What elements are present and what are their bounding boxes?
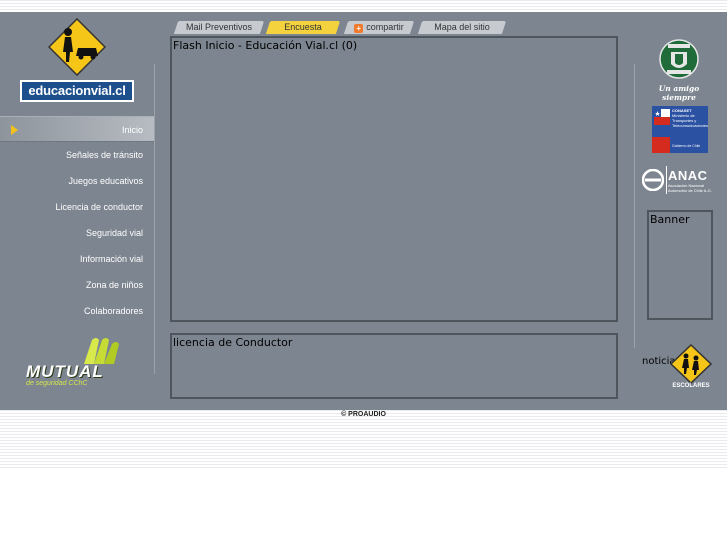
nav-item-label: Colaboradores <box>83 306 143 316</box>
footer-copyright: © PROAUDIO <box>341 411 386 418</box>
licencia-placeholder-text: licencia de Conductor <box>173 336 293 349</box>
escolares-sign[interactable]: ESCOLARES <box>670 344 712 392</box>
nav-item-label: Zona de niños <box>85 280 143 290</box>
tab-label: Encuesta <box>284 22 322 32</box>
nav-item-label: Información vial <box>79 254 143 264</box>
share-plus-icon: + <box>354 24 364 33</box>
mutual-subtitle: de seguridad CChC <box>26 380 88 387</box>
licencia-panel[interactable]: licencia de Conductor <box>170 333 618 399</box>
conaset-text: CONASET Ministerio de Transportes y Tele… <box>672 108 708 128</box>
anac-logo[interactable]: ANAC Asociación Nacional Automotriz de C… <box>642 166 720 196</box>
nav-item-senales[interactable]: Señales de tránsito <box>0 142 154 168</box>
tab-compartir[interactable]: + compartir <box>343 21 415 34</box>
anac-emblem-icon <box>642 169 664 191</box>
nav-item-zona-ninos[interactable]: Zona de niños <box>0 272 154 298</box>
tab-encuesta[interactable]: Encuesta <box>265 21 341 34</box>
carabineros-logo[interactable]: Un amigo siempre <box>644 38 714 102</box>
anac-title: ANAC <box>668 168 708 183</box>
nav-item-label: Inicio <box>121 125 143 135</box>
nav-item-colaboradores[interactable]: Colaboradores <box>0 298 154 324</box>
tab-mail-preventivos[interactable]: Mail Preventivos <box>173 21 265 34</box>
top-stripe-background <box>0 0 727 12</box>
nav-item-label: Señales de tránsito <box>65 150 143 160</box>
mutual-title: MUTUAL <box>26 362 104 381</box>
carabineros-caption: Un amigo siempre <box>658 84 700 102</box>
school-children-sign-icon <box>670 344 712 384</box>
banner-placeholder-text: Banner <box>650 213 690 226</box>
nav-item-inicio[interactable]: Inicio <box>0 116 154 142</box>
tab-label: Mapa del sitio <box>434 22 490 32</box>
tab-mapa-del-sitio[interactable]: Mapa del sitio <box>417 21 507 34</box>
nav-item-juegos[interactable]: Juegos educativos <box>0 168 154 194</box>
chile-flag-icon <box>654 109 670 125</box>
left-divider <box>154 64 155 374</box>
bottom-stripe-background <box>0 410 727 468</box>
conaset-logo[interactable]: CONASET Ministerio de Transportes y Tele… <box>652 106 708 153</box>
carabineros-shield-icon <box>659 39 699 79</box>
right-divider <box>634 64 635 348</box>
escolares-caption: ESCOLARES <box>672 383 710 389</box>
tab-label: compartir <box>366 22 404 32</box>
nav-item-label: Seguridad vial <box>85 228 143 238</box>
anac-subtitle: Asociación Nacional Automotriz de Chile … <box>668 183 712 193</box>
logo-text: educacionvial.cl <box>20 80 134 102</box>
sidebar-nav: Inicio Señales de tránsito Juegos educat… <box>0 116 154 324</box>
site-logo[interactable]: educacionvial.cl <box>18 18 136 106</box>
active-arrow-icon <box>11 125 18 135</box>
nav-item-label: Juegos educativos <box>68 176 143 186</box>
mutual-logo[interactable]: MUTUAL de seguridad CChC <box>26 336 138 390</box>
flash-placeholder-text: Flash Inicio - Educación Vial.cl (0) <box>173 39 358 52</box>
conaset-red-block <box>652 137 670 153</box>
flash-panel[interactable]: Flash Inicio - Educación Vial.cl (0) <box>170 36 618 322</box>
anac-subtitle-line: Automotriz de Chile A.G. <box>668 188 712 193</box>
nav-item-label: Licencia de conductor <box>55 202 143 212</box>
tab-label: Mail Preventivos <box>185 22 253 32</box>
banner-panel[interactable]: Banner <box>647 210 713 320</box>
conaset-line: Telecomunicaciones <box>672 123 709 128</box>
nav-item-informacion[interactable]: Información vial <box>0 246 154 272</box>
nav-item-seguridad[interactable]: Seguridad vial <box>0 220 154 246</box>
pedestrian-sign-icon <box>48 18 106 76</box>
conaset-footer: Gobierno de Chile <box>672 144 701 148</box>
anac-divider <box>666 166 667 194</box>
nav-item-licencia[interactable]: Licencia de conductor <box>0 194 154 220</box>
